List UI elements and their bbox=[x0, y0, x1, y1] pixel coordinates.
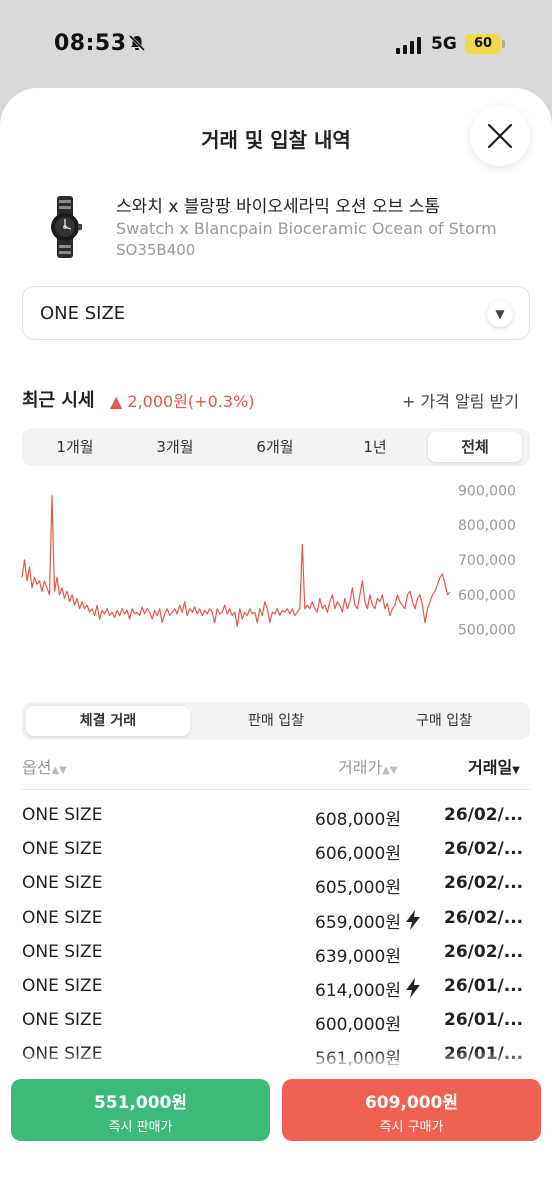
row-date: 26/01/... bbox=[444, 975, 524, 996]
size-dropdown[interactable]: ONE SIZE ▼ bbox=[22, 286, 530, 340]
trade-list: ONE SIZE 608,000원 26/02/... ONE SIZE 606,000… bbox=[22, 800, 530, 1074]
product-code: SO35B400 bbox=[116, 241, 196, 259]
table-row: ONE SIZE 639,000원 26/02/... bbox=[22, 937, 530, 971]
row-price: 605,000원 bbox=[315, 878, 401, 899]
y-tick-label: 700,000 bbox=[458, 553, 516, 569]
row-date: 26/02/... bbox=[444, 839, 524, 860]
table-row: ONE SIZE 614,000원 26/01/... bbox=[22, 971, 530, 1005]
tab-buy-bids[interactable]: 구매 입찰 bbox=[362, 706, 526, 736]
row-size: ONE SIZE bbox=[22, 1010, 103, 1031]
size-value: ONE SIZE bbox=[40, 303, 126, 324]
row-size: ONE SIZE bbox=[22, 907, 103, 928]
recent-price-title: 최근 시세 bbox=[22, 390, 95, 411]
lightning-icon bbox=[406, 977, 420, 998]
trade-history-sheet: 거래 및 입찰 내역 스와치 x 블랑팡 바이오세라믹 오션 오브 스톰 Swa… bbox=[0, 88, 552, 1200]
product-image bbox=[40, 196, 90, 258]
row-price: 639,000원 bbox=[315, 946, 401, 967]
tab-3-months[interactable]: 3개월 bbox=[128, 432, 222, 462]
sell-price: 551,000원 bbox=[93, 1093, 188, 1113]
row-price: 606,000원 bbox=[315, 844, 401, 865]
period-tabs: 1개월 3개월 6개월 1년 전체 bbox=[22, 428, 530, 466]
table-row: ONE SIZE 600,000원 26/01/... bbox=[22, 1005, 530, 1039]
row-size: ONE SIZE bbox=[22, 975, 103, 996]
cellular-signal-icon bbox=[396, 36, 421, 54]
price-chart: 900,000 800,000 700,000 600,000 500,000 bbox=[21, 483, 516, 639]
header-price-label: 거래가 bbox=[338, 758, 383, 777]
table-header: 옵션▲▼ 거래가▲▼ 거래일▼ bbox=[22, 752, 530, 790]
product-name-english: Swatch x Blancpain Bioceramic Ocean of S… bbox=[116, 219, 497, 238]
tab-1-month[interactable]: 1개월 bbox=[28, 432, 122, 462]
row-price: 608,000원 bbox=[315, 810, 401, 830]
row-price: 659,000원 bbox=[315, 912, 401, 933]
row-date: 26/01/... bbox=[444, 1010, 524, 1031]
header-option-label: 옵션 bbox=[22, 758, 52, 777]
battery-icon: 60 bbox=[465, 34, 501, 54]
row-size: ONE SIZE bbox=[22, 839, 103, 860]
tab-completed-trades[interactable]: 체결 거래 bbox=[26, 706, 190, 736]
table-row: ONE SIZE 605,000원 26/02/... bbox=[22, 868, 530, 902]
row-date: 26/01/... bbox=[444, 1044, 524, 1065]
y-tick-label: 500,000 bbox=[458, 623, 516, 639]
chart-series-line bbox=[21, 495, 451, 627]
price-alert-button[interactable]: + 가격 알림 받기 bbox=[402, 388, 519, 412]
battery-tip bbox=[502, 40, 505, 48]
sort-desc-icon: ▼ bbox=[512, 765, 520, 776]
product-name-korean: 스와치 x 블랑팡 바이오세라믹 오션 오브 스톰 bbox=[116, 197, 441, 217]
y-tick-label: 600,000 bbox=[458, 588, 516, 604]
chevron-down-icon: ▼ bbox=[487, 301, 513, 327]
close-icon bbox=[487, 123, 513, 149]
row-size: ONE SIZE bbox=[22, 1044, 103, 1065]
network-type: 5G bbox=[431, 34, 457, 54]
sell-label: 즉시 판매가 bbox=[108, 1120, 173, 1135]
price-change: ▲ 2,000원(+0.3%) bbox=[110, 392, 255, 411]
row-price: 600,000원 bbox=[315, 1015, 401, 1036]
sort-icon: ▲▼ bbox=[51, 765, 67, 776]
row-date: 26/02/... bbox=[444, 873, 524, 894]
tab-sell-bids[interactable]: 판매 입찰 bbox=[194, 706, 358, 736]
buy-price: 609,000원 bbox=[364, 1093, 459, 1113]
row-date: 26/02/... bbox=[444, 907, 524, 928]
close-button[interactable] bbox=[470, 106, 530, 166]
tab-all[interactable]: 전체 bbox=[428, 432, 522, 462]
tab-1-year[interactable]: 1년 bbox=[328, 432, 422, 462]
instant-sell-button[interactable]: 551,000원 즉시 판매가 bbox=[11, 1079, 270, 1141]
bell-muted-icon bbox=[128, 34, 146, 56]
y-tick-label: 800,000 bbox=[458, 518, 516, 534]
y-tick-label: 900,000 bbox=[458, 483, 516, 499]
header-date-label: 거래일 bbox=[468, 758, 513, 777]
header-date[interactable]: 거래일▼ bbox=[468, 754, 520, 778]
tab-6-months[interactable]: 6개월 bbox=[228, 432, 322, 462]
row-price: 614,000원 bbox=[315, 980, 401, 1001]
bottom-action-bar: 551,000원 즉시 판매가 609,000원 즉시 구매가 bbox=[0, 1066, 552, 1200]
table-row: ONE SIZE 606,000원 26/02/... bbox=[22, 834, 530, 868]
header-option[interactable]: 옵션▲▼ bbox=[22, 754, 67, 778]
buy-label: 즉시 구매가 bbox=[379, 1120, 444, 1135]
sort-icon: ▲▼ bbox=[382, 765, 398, 776]
trade-type-tabs: 체결 거래 판매 입찰 구매 입찰 bbox=[22, 702, 530, 740]
row-size: ONE SIZE bbox=[22, 941, 103, 962]
row-date: 26/02/... bbox=[444, 941, 524, 962]
status-time: 08:53 bbox=[54, 31, 127, 56]
table-row: ONE SIZE 608,000원 26/02/... bbox=[22, 800, 530, 834]
row-size: ONE SIZE bbox=[22, 805, 103, 825]
header-price[interactable]: 거래가▲▼ bbox=[338, 754, 398, 778]
table-row: ONE SIZE 659,000원 26/02/... bbox=[22, 903, 530, 937]
row-date: 26/02/... bbox=[444, 805, 524, 825]
lightning-icon bbox=[406, 909, 420, 930]
row-size: ONE SIZE bbox=[22, 873, 103, 894]
instant-buy-button[interactable]: 609,000원 즉시 구매가 bbox=[282, 1079, 541, 1141]
status-bar: 08:53 5G 60 bbox=[0, 0, 552, 90]
